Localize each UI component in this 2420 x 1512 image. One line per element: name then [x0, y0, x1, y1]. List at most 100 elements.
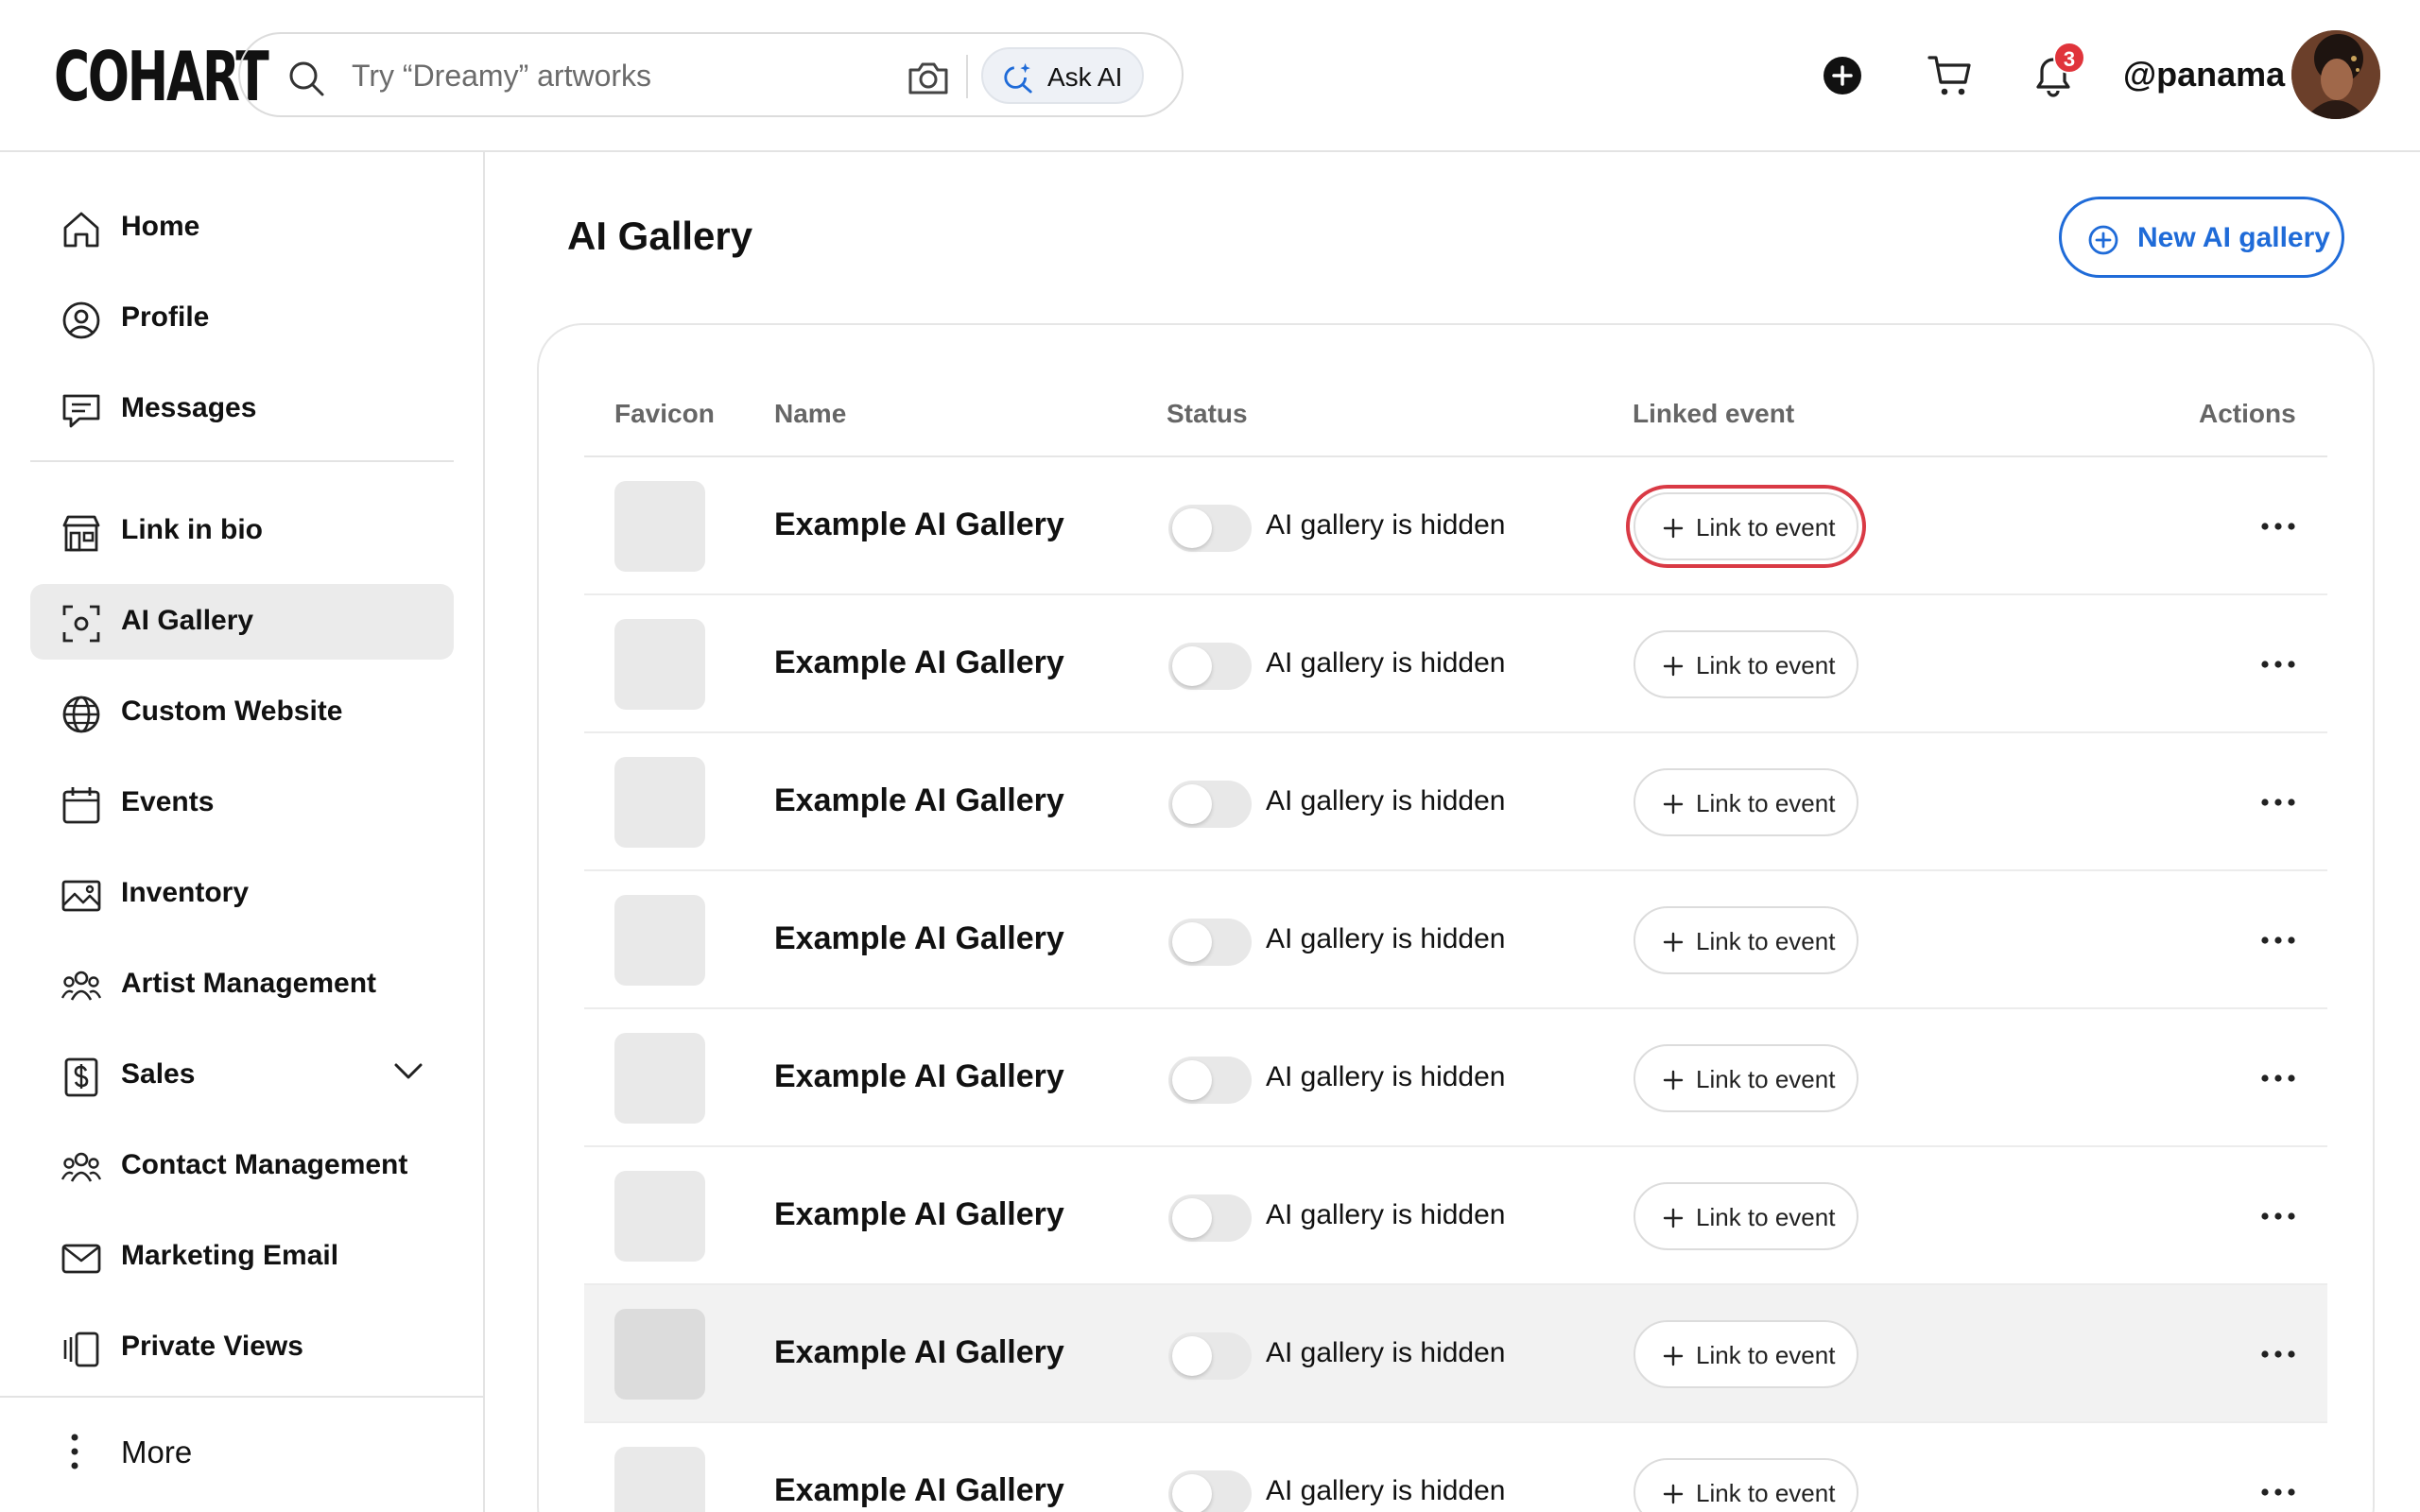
- gallery-name[interactable]: Example AI Gallery: [774, 1334, 1064, 1371]
- gallery-name[interactable]: Example AI Gallery: [774, 782, 1064, 819]
- sidebar-item-sales[interactable]: Sales: [30, 1038, 454, 1113]
- sidebar-item-home[interactable]: Home: [30, 190, 454, 266]
- plus-icon: [1663, 656, 1684, 677]
- sidebar-item-contact-management[interactable]: Contact Management: [30, 1128, 454, 1204]
- link-to-event-button[interactable]: Link to event: [1634, 1044, 1858, 1112]
- column-header-name: Name: [774, 399, 847, 428]
- gallery-name[interactable]: Example AI Gallery: [774, 1196, 1064, 1233]
- sidebar-item-artist-management[interactable]: Artist Management: [30, 947, 454, 1022]
- table-row[interactable]: Example AI Gallery AI gallery is hidden Li…: [584, 1423, 2327, 1512]
- link-to-event-label: Link to event: [1696, 1341, 1836, 1369]
- table-row[interactable]: Example AI Gallery AI gallery is hidden Li…: [584, 733, 2327, 871]
- sidebar-item-marketing-email[interactable]: Marketing Email: [30, 1219, 454, 1295]
- favicon-placeholder: [614, 1171, 705, 1262]
- visibility-toggle[interactable]: [1168, 505, 1252, 552]
- visibility-toggle[interactable]: [1168, 643, 1252, 690]
- link-to-event-label: Link to event: [1696, 513, 1836, 541]
- table-row[interactable]: Example AI Gallery AI gallery is hidden Li…: [584, 871, 2327, 1009]
- sidebar-item-profile[interactable]: Profile: [30, 281, 454, 356]
- sidebar-item-events[interactable]: Events: [30, 765, 454, 841]
- visibility-toggle[interactable]: [1168, 1470, 1252, 1512]
- more-horizontal-icon[interactable]: [2257, 1202, 2299, 1230]
- more-horizontal-icon[interactable]: [2257, 1478, 2299, 1506]
- sidebar-item-ai-gallery[interactable]: AI Gallery: [30, 584, 454, 660]
- link-to-event-button[interactable]: Link to event: [1634, 1458, 1858, 1512]
- sidebar-item-label: Home: [121, 211, 200, 242]
- plus-icon: [1832, 65, 1853, 86]
- plus-icon: [1663, 1346, 1684, 1366]
- gallery-name[interactable]: Example AI Gallery: [774, 1472, 1064, 1509]
- table-row[interactable]: Example AI Gallery AI gallery is hidden Li…: [584, 595, 2327, 733]
- column-header-actions: Actions: [2199, 399, 2296, 428]
- link-to-event-label: Link to event: [1696, 1065, 1836, 1093]
- favicon-placeholder: [614, 1447, 705, 1512]
- people-icon: [60, 971, 102, 1001]
- link-to-event-button[interactable]: Link to event: [1634, 492, 1858, 560]
- more-horizontal-icon[interactable]: [2257, 788, 2299, 816]
- new-ai-gallery-label: New AI gallery: [2137, 222, 2330, 253]
- calendar-icon: [62, 787, 100, 824]
- sidebar-item-link-in-bio[interactable]: Link in bio: [30, 493, 454, 569]
- link-to-event-button[interactable]: Link to event: [1634, 1320, 1858, 1388]
- camera-icon[interactable]: [907, 59, 950, 96]
- more-horizontal-icon[interactable]: [2257, 512, 2299, 541]
- plus-circle-icon: [2088, 225, 2118, 255]
- status-text: AI gallery is hidden: [1266, 1337, 1506, 1368]
- create-plus-button[interactable]: [1824, 57, 1861, 94]
- search-bar[interactable]: Ask AI: [238, 32, 1184, 117]
- visibility-toggle[interactable]: [1168, 1332, 1252, 1380]
- sidebar: Home Profile Messages Link in bio AI Gal…: [0, 152, 485, 1512]
- link-to-event-button[interactable]: Link to event: [1634, 768, 1858, 836]
- more-button[interactable]: More: [30, 1416, 454, 1491]
- visibility-toggle[interactable]: [1168, 1194, 1252, 1242]
- cart-icon[interactable]: [1927, 53, 1972, 98]
- gallery-name[interactable]: Example AI Gallery: [774, 920, 1064, 957]
- sidebar-item-inventory[interactable]: Inventory: [30, 856, 454, 932]
- link-to-event-button[interactable]: Link to event: [1634, 630, 1858, 698]
- visibility-toggle[interactable]: [1168, 1057, 1252, 1104]
- username[interactable]: @panama: [2123, 55, 2285, 94]
- link-to-event-label: Link to event: [1696, 651, 1836, 679]
- table-row[interactable]: Example AI Gallery AI gallery is hidden Li…: [584, 1009, 2327, 1147]
- ask-ai-button[interactable]: Ask AI: [981, 47, 1144, 104]
- gallery-name[interactable]: Example AI Gallery: [774, 507, 1064, 543]
- table-row[interactable]: Example AI Gallery AI gallery is hidden Li…: [584, 457, 2327, 595]
- visibility-toggle[interactable]: [1168, 919, 1252, 966]
- sidebar-bottom-divider: [0, 1396, 485, 1398]
- search-input[interactable]: [352, 55, 881, 96]
- sidebar-item-custom-website[interactable]: Custom Website: [30, 675, 454, 750]
- more-label: More: [121, 1435, 193, 1469]
- more-horizontal-icon[interactable]: [2257, 926, 2299, 954]
- table-header: Favicon Name Status Linked event Actions: [584, 378, 2327, 457]
- favicon-placeholder: [614, 757, 705, 848]
- sidebar-item-messages[interactable]: Messages: [30, 371, 454, 447]
- table-row[interactable]: Example AI Gallery AI gallery is hidden Li…: [584, 1285, 2327, 1423]
- sidebar-item-label: Contact Management: [121, 1149, 408, 1180]
- people-icon: [60, 1152, 102, 1182]
- status-text: AI gallery is hidden: [1266, 785, 1506, 816]
- table-row[interactable]: Example AI Gallery AI gallery is hidden Li…: [584, 1147, 2327, 1285]
- storefront-icon: [62, 515, 100, 552]
- avatar[interactable]: [2291, 30, 2380, 119]
- ai-scan-icon: [62, 605, 100, 643]
- visibility-toggle[interactable]: [1168, 781, 1252, 828]
- dollar-doc-icon: [64, 1057, 98, 1097]
- link-to-event-button[interactable]: Link to event: [1634, 1182, 1858, 1250]
- plus-icon: [1663, 1484, 1684, 1504]
- ai-sparkle-search-icon: [1004, 62, 1032, 94]
- notification-badge: 3: [2053, 42, 2085, 74]
- new-ai-gallery-button[interactable]: New AI gallery: [2059, 197, 2344, 278]
- chevron-down-icon[interactable]: [393, 1062, 424, 1081]
- link-to-event-button[interactable]: Link to event: [1634, 906, 1858, 974]
- more-horizontal-icon[interactable]: [2257, 1064, 2299, 1092]
- more-horizontal-icon[interactable]: [2257, 650, 2299, 679]
- favicon-placeholder: [614, 481, 705, 572]
- toggle-knob: [1172, 646, 1212, 686]
- more-horizontal-icon[interactable]: [2257, 1340, 2299, 1368]
- gallery-name[interactable]: Example AI Gallery: [774, 644, 1064, 681]
- gallery-name[interactable]: Example AI Gallery: [774, 1058, 1064, 1095]
- avatar-portrait: [2291, 30, 2380, 119]
- sidebar-item-private-views[interactable]: Private Views: [30, 1310, 454, 1385]
- toggle-knob: [1172, 922, 1212, 962]
- cohart-logo[interactable]: COHART: [54, 41, 269, 112]
